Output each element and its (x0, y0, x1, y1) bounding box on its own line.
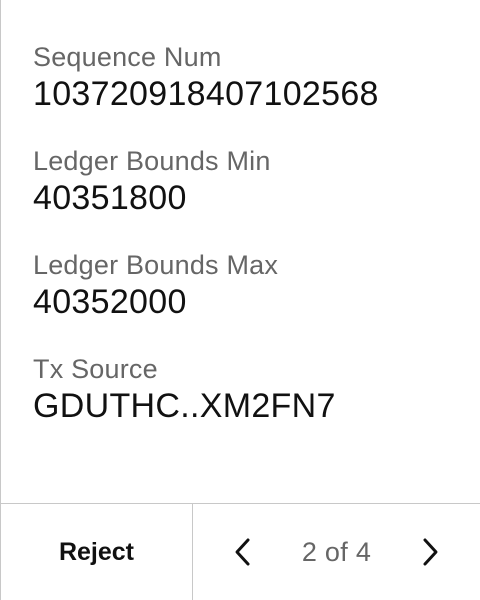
sequence-num-label: Sequence Num (33, 42, 222, 72)
next-page-button[interactable] (418, 535, 442, 569)
chevron-right-icon (423, 538, 438, 566)
prev-page-button[interactable] (231, 535, 255, 569)
ledger-bounds-min-label: Ledger Bounds Min (33, 146, 271, 176)
page-indicator: 2 of 4 (301, 536, 372, 567)
ledger-bounds-max-field: Ledger Bounds Max 40352000 (33, 248, 460, 322)
tx-source-field: Tx Source GDUTHC..XM2FN7 (33, 352, 460, 426)
reject-button[interactable]: Reject (1, 504, 193, 600)
chevron-left-icon (235, 538, 250, 566)
ledger-bounds-min-field: Ledger Bounds Min 40351800 (33, 144, 460, 218)
sequence-num-value: 103720918407102568 (33, 75, 379, 113)
ledger-bounds-max-value: 40352000 (33, 283, 187, 321)
transaction-detail-screen: Sequence Num 103720918407102568 Ledger B… (0, 0, 480, 600)
tx-source-label: Tx Source (33, 354, 158, 384)
transaction-fields: Sequence Num 103720918407102568 Ledger B… (33, 40, 460, 456)
ledger-bounds-min-value: 40351800 (33, 179, 187, 217)
sequence-num-field: Sequence Num 103720918407102568 (33, 40, 460, 114)
pager: 2 of 4 (193, 504, 480, 600)
ledger-bounds-max-label: Ledger Bounds Max (33, 250, 279, 280)
tx-source-value: GDUTHC..XM2FN7 (33, 387, 336, 425)
footer-bar: Reject 2 of 4 (1, 503, 480, 600)
